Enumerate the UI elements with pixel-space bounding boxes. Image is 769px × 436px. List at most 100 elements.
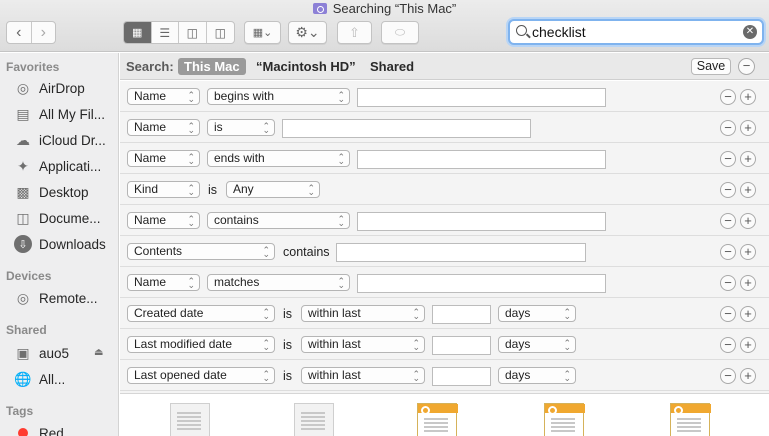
attribute-popup[interactable]: Name [127,274,200,293]
list-view-button[interactable]: ☰ [152,22,179,43]
criteria-value-field[interactable] [336,243,586,262]
action-menu-button[interactable]: ⚙⌄ [288,21,327,44]
search-input[interactable] [532,23,732,41]
search-scope-bar: Search: This Mac “Macintosh HD” Shared S… [120,53,769,80]
operator-popup[interactable]: within last [301,305,425,324]
share-button[interactable]: ⇧ [337,21,372,44]
criteria-value-field[interactable] [357,150,606,169]
remove-criteria-button[interactable]: − [720,120,736,136]
sidebar-item-auo5[interactable]: ▣ auo5 [14,342,69,364]
attribute-popup[interactable]: Name [127,212,200,231]
pages-logo-icon [674,406,683,415]
eject-icon[interactable]: ⏏ [94,347,103,358]
pages-document-icon[interactable] [417,403,458,436]
sidebar-item-applications[interactable]: ✦ Applicati... [14,155,101,177]
attribute-popup[interactable]: Created date [127,305,275,324]
operator-popup[interactable]: is [207,119,275,138]
remove-criteria-button[interactable]: − [720,275,736,291]
scope-macintosh-hd[interactable]: “Macintosh HD” [250,58,362,75]
tags-button[interactable]: ⬭ [381,21,419,44]
add-criteria-button[interactable]: + [740,89,756,105]
remove-criteria-button[interactable]: − [720,337,736,353]
smart-folder-icon [312,3,327,14]
search-field[interactable]: ✕ [508,19,764,45]
remove-criteria-button[interactable]: − [720,89,736,105]
sidebar-item-desktop[interactable]: ▩ Desktop [14,181,88,203]
criteria-value-field[interactable] [282,119,531,138]
sidebar-header-favorites: Favorites [6,60,60,74]
add-criteria-button[interactable]: + [740,182,756,198]
criteria-value-field[interactable] [357,88,606,107]
cover-flow-icon: ◫ [214,25,226,40]
sidebar-item-all-shared[interactable]: 🌐 All... [14,368,65,390]
clear-search-icon[interactable]: ✕ [743,25,757,39]
sidebar-item-all-my-files[interactable]: ▤ All My Fil... [14,103,105,125]
red-tag-dot-icon [14,424,32,436]
cover-flow-button[interactable]: ◫ [207,22,234,43]
kind-popup[interactable]: Any [226,181,320,200]
remove-criteria-button[interactable]: − [720,244,736,260]
scope-this-mac[interactable]: This Mac [178,58,246,75]
search-results [120,393,769,436]
add-criteria-button[interactable]: + [740,244,756,260]
attribute-popup[interactable]: Last opened date [127,367,275,386]
operator-popup[interactable]: matches [207,274,350,293]
criteria-number-field[interactable] [432,305,491,324]
criteria-row: Created date is within last days − + [120,298,769,329]
unit-popup[interactable]: days [498,367,576,386]
attribute-popup[interactable]: Name [127,150,200,169]
criteria-number-field[interactable] [432,336,491,355]
add-criteria-button[interactable]: + [740,306,756,322]
unit-popup[interactable]: days [498,336,576,355]
forward-button[interactable]: › [32,22,56,43]
sidebar-item-airdrop[interactable]: ◎ AirDrop [14,77,85,99]
scope-shared[interactable]: Shared [364,58,420,75]
criteria-value-field[interactable] [357,212,606,231]
operator-popup[interactable]: within last [301,336,425,355]
chevron-left-icon: ‹ [16,23,22,41]
group-by-button[interactable]: ▦⌄ [244,21,281,44]
column-view-button[interactable]: ◫ [179,22,207,43]
add-criteria-button[interactable]: + [740,275,756,291]
operator-popup[interactable]: begins with [207,88,350,107]
operator-popup[interactable]: ends with [207,150,350,169]
pages-logo-icon [548,406,557,415]
pages-document-icon[interactable] [544,403,585,436]
pages-document-icon[interactable] [670,403,711,436]
sidebar-item-icloud-drive[interactable]: ☁ iCloud Dr... [14,129,106,151]
desktop-icon: ▩ [16,183,30,200]
attribute-popup[interactable]: Last modified date [127,336,275,355]
criteria-row: Name begins with − + [120,81,769,112]
remove-scope-button[interactable]: − [738,58,755,75]
criteria-number-field[interactable] [432,367,491,386]
unit-popup[interactable]: days [498,305,576,324]
add-criteria-button[interactable]: + [740,151,756,167]
remove-criteria-button[interactable]: − [720,368,736,384]
attribute-popup[interactable]: Contents [127,243,275,262]
operator-popup[interactable]: within last [301,367,425,386]
back-button[interactable]: ‹ [7,22,32,43]
icon-view-button[interactable]: ▦ [124,22,152,43]
save-search-button[interactable]: Save [691,58,731,75]
sidebar-item-documents[interactable]: ◫ Docume... [14,207,100,229]
remove-criteria-button[interactable]: − [720,213,736,229]
add-criteria-button[interactable]: + [740,120,756,136]
remove-criteria-button[interactable]: − [720,182,736,198]
remove-criteria-button[interactable]: − [720,151,736,167]
add-criteria-button[interactable]: + [740,368,756,384]
criteria-value-field[interactable] [357,274,606,293]
sidebar-item-remote-disc[interactable]: ◎ Remote... [14,287,98,309]
sidebar-item-downloads[interactable]: ⇩ Downloads [14,233,106,255]
add-criteria-button[interactable]: + [740,213,756,229]
operator-popup[interactable]: contains [207,212,350,231]
sidebar-item-tag-red[interactable]: Red [14,422,64,436]
attribute-popup[interactable]: Name [127,119,200,138]
add-criteria-button[interactable]: + [740,337,756,353]
attribute-popup[interactable]: Kind [127,181,200,200]
criteria-operator-label: is [283,369,293,383]
remove-criteria-button[interactable]: − [720,306,736,322]
text-document-icon[interactable] [170,403,210,436]
attribute-popup[interactable]: Name [127,88,200,107]
sidebar-header-devices: Devices [6,269,52,283]
text-document-icon[interactable] [294,403,334,436]
